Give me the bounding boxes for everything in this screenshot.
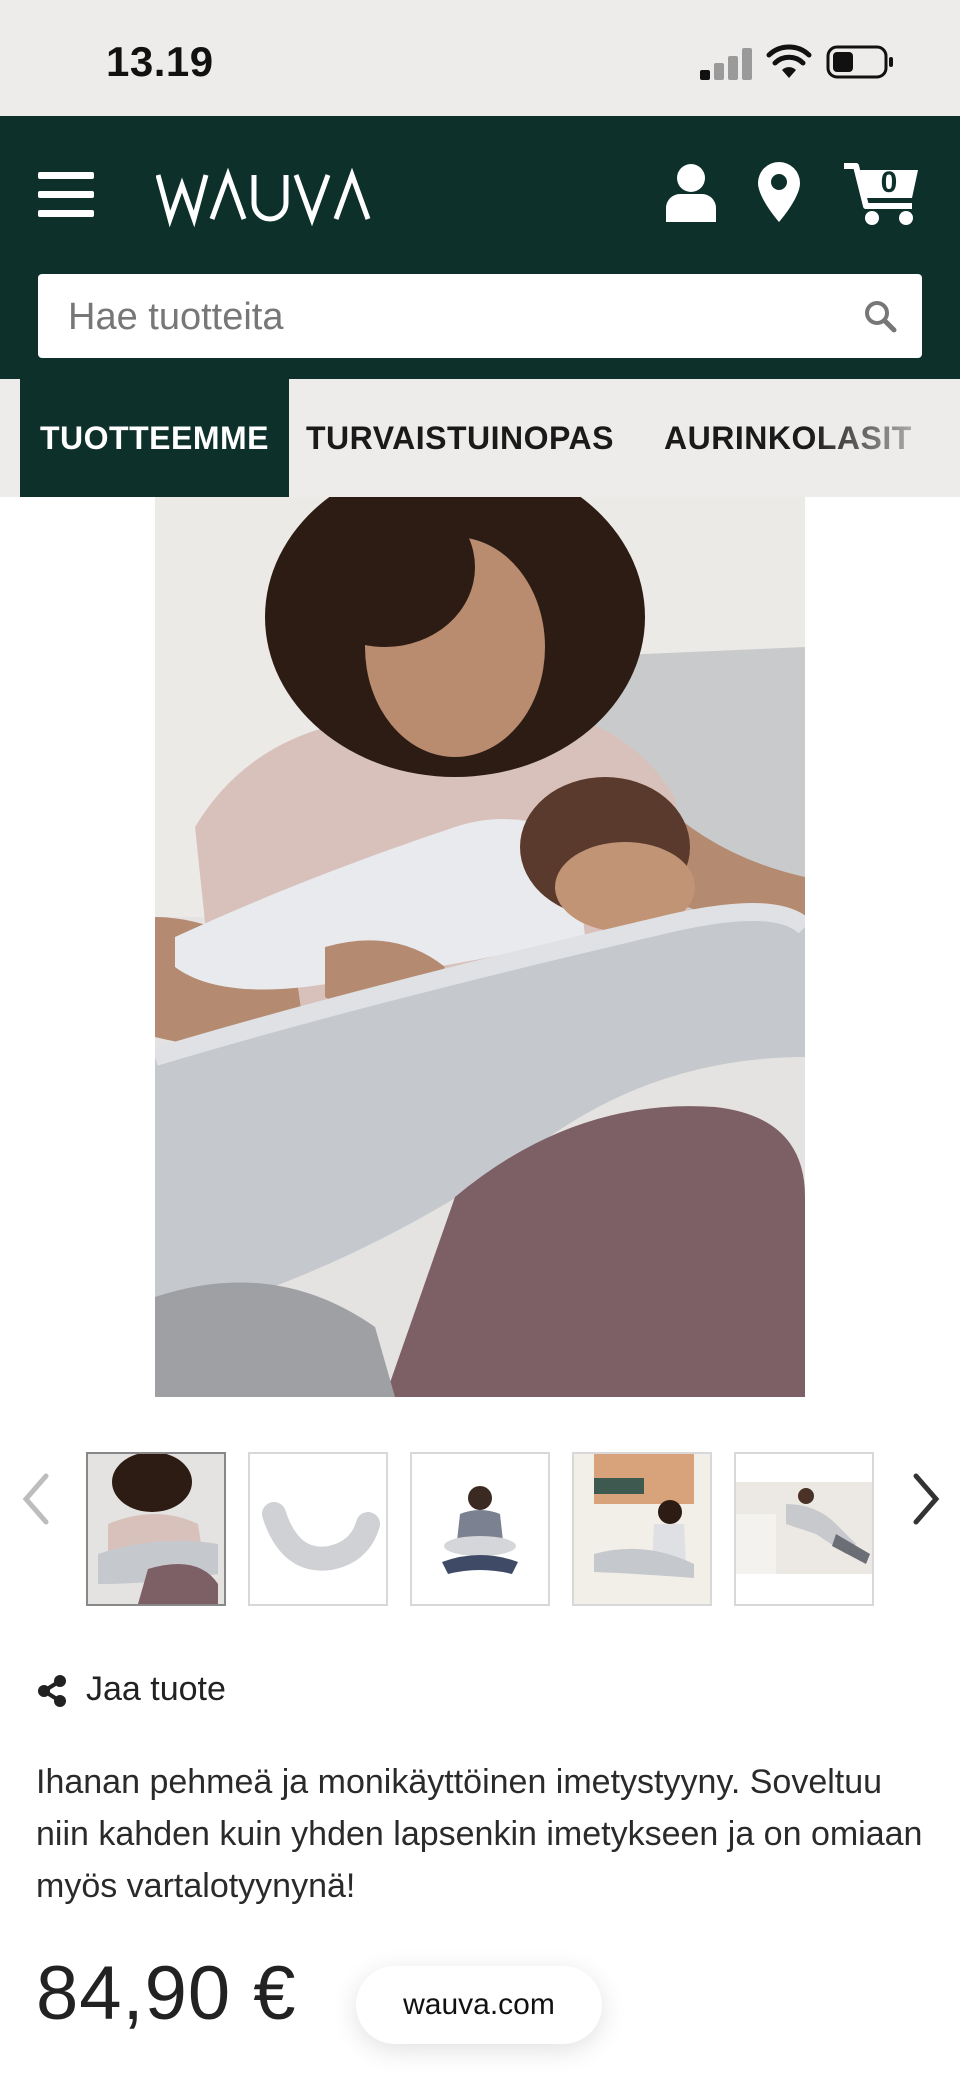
gallery-prev-arrow-icon[interactable]	[16, 1470, 56, 1528]
gallery-thumbnail-5[interactable]	[734, 1452, 874, 1606]
wifi-icon	[766, 44, 812, 78]
search-icon[interactable]	[862, 298, 898, 334]
status-bar: 13.19	[0, 0, 960, 116]
battery-icon	[826, 45, 893, 79]
tab-tuotteemme[interactable]: TUOTTEEMME	[20, 379, 289, 497]
thumb-child-living-room	[574, 1454, 710, 1604]
product-description: Ihanan pehmeä ja monikäyttöinen imetysty…	[36, 1763, 923, 1905]
thumb-mother-nursing	[88, 1454, 224, 1604]
share-label: Jaa tuote	[86, 1670, 226, 1708]
product-main-image[interactable]	[155, 497, 805, 1397]
cellular-signal-icon	[700, 46, 752, 80]
user-account-icon[interactable]	[664, 162, 718, 224]
nursing-pillow-photo	[155, 497, 805, 1397]
search-input[interactable]	[38, 274, 870, 360]
tab-turvaistuinopas[interactable]: TURVAISTUINOPAS	[306, 379, 614, 497]
nav-scroll-fade	[810, 379, 960, 497]
search-bar	[38, 274, 922, 360]
store-location-icon[interactable]	[756, 160, 802, 224]
wauva-logo[interactable]	[156, 162, 406, 232]
cart-count-badge: 0	[880, 166, 898, 199]
product-price: 84,90 €	[36, 1951, 297, 2036]
share-icon	[38, 1675, 66, 1707]
gallery-thumbnail-1[interactable]	[86, 1452, 226, 1606]
status-time: 13.19	[106, 38, 214, 85]
gallery-thumbnail-2[interactable]	[248, 1452, 388, 1606]
menu-icon[interactable]	[38, 172, 96, 218]
site-header: 0	[0, 116, 960, 379]
category-nav: TUOTTEEMME TURVAISTUINOPAS AURINKOLASIT	[0, 379, 960, 497]
gallery-thumbnail-3[interactable]	[410, 1452, 550, 1606]
gallery-thumbnail-4[interactable]	[572, 1452, 712, 1606]
gallery-next-arrow-icon[interactable]	[906, 1470, 946, 1528]
thumb-mother-sitting	[412, 1454, 548, 1604]
thumb-pillow-product	[250, 1454, 386, 1604]
thumb-woman-sleeping	[736, 1454, 872, 1604]
browser-url-pill[interactable]: wauva.com	[356, 1966, 602, 2044]
